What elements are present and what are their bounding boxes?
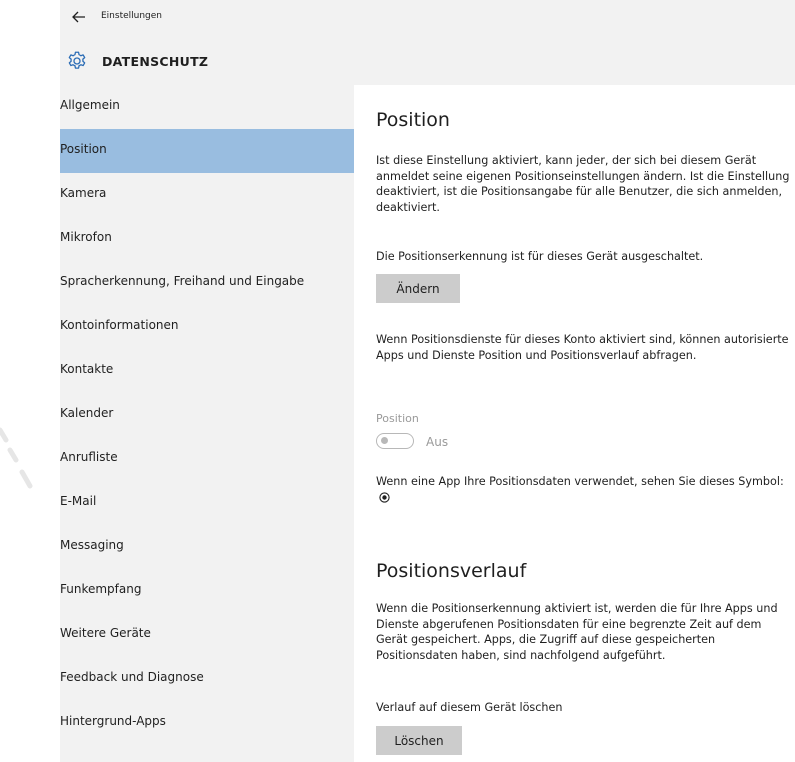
sidebar-item-label: Anrufliste bbox=[60, 450, 118, 464]
settings-screen: Einstellungen DATENSCHUTZ Allgemein Posi… bbox=[0, 0, 795, 762]
sidebar-item-label: Position bbox=[60, 142, 107, 156]
account-info-text: Wenn Positionsdienste für dieses Konto a… bbox=[376, 333, 789, 362]
symbol-info-text: Wenn eine App Ihre Positionsdaten verwen… bbox=[376, 475, 784, 488]
page-title: DATENSCHUTZ bbox=[102, 54, 209, 69]
clear-history-label: Verlauf auf diesem Gerät löschen bbox=[376, 701, 563, 714]
sidebar-item-allgemein[interactable]: Allgemein bbox=[60, 85, 354, 129]
title-bar: Einstellungen bbox=[60, 0, 795, 35]
sidebar-item-label: Funkempfang bbox=[60, 582, 142, 596]
sidebar-item-label: Mikrofon bbox=[60, 230, 112, 244]
sidebar-item-label: Allgemein bbox=[60, 98, 120, 112]
sidebar-item-label: Spracherkennung, Freihand und Eingabe bbox=[60, 274, 305, 288]
sidebar-item-label: Hintergrund-Apps bbox=[60, 714, 166, 728]
settings-window: Einstellungen DATENSCHUTZ Allgemein Posi… bbox=[60, 0, 795, 762]
sidebar-nav: Allgemein Position Kamera Mikrofon Sprac… bbox=[60, 85, 354, 762]
position-toggle-switch[interactable] bbox=[376, 433, 414, 449]
sidebar-item-kontoinformationen[interactable]: Kontoinformationen bbox=[60, 305, 354, 349]
sidebar-item-label: Kontoinformationen bbox=[60, 318, 179, 332]
back-button[interactable] bbox=[68, 6, 90, 28]
sidebar-item-label: Messaging bbox=[60, 538, 124, 552]
history-heading: Positionsverlauf bbox=[376, 560, 527, 582]
sidebar-item-label: Kontakte bbox=[60, 362, 114, 376]
back-arrow-icon bbox=[72, 11, 85, 23]
clear-history-button[interactable]: Löschen bbox=[376, 726, 462, 755]
gear-icon bbox=[68, 51, 86, 69]
sidebar-item-label: E-Mail bbox=[60, 494, 97, 508]
sidebar-item-weitere-geraete[interactable]: Weitere Geräte bbox=[60, 613, 354, 657]
device-status-text: Die Positionserkennung ist für dieses Ge… bbox=[376, 250, 704, 263]
page-header: DATENSCHUTZ bbox=[60, 35, 795, 85]
toggle-knob bbox=[381, 437, 388, 444]
sidebar-item-anrufliste[interactable]: Anrufliste bbox=[60, 437, 354, 481]
sidebar-item-spracherkennung[interactable]: Spracherkennung, Freihand und Eingabe bbox=[60, 261, 354, 305]
symbol-info: Wenn eine App Ihre Positionsdaten verwen… bbox=[376, 474, 791, 505]
position-intro-text: Ist diese Einstellung aktiviert, kann je… bbox=[376, 154, 790, 214]
change-button[interactable]: Ändern bbox=[376, 274, 460, 303]
position-heading: Position bbox=[376, 109, 450, 131]
history-text: Wenn die Positionserkennung aktiviert is… bbox=[376, 602, 778, 662]
sidebar-item-hintergrund-apps[interactable]: Hintergrund-Apps bbox=[60, 701, 354, 745]
sidebar-item-funkempfang[interactable]: Funkempfang bbox=[60, 569, 354, 613]
sidebar-item-label: Kalender bbox=[60, 406, 114, 420]
sidebar-item-email[interactable]: E-Mail bbox=[60, 481, 354, 525]
sidebar-item-label: Weitere Geräte bbox=[60, 626, 151, 640]
content-pane: Position Ist diese Einstellung aktiviert… bbox=[376, 85, 791, 762]
sidebar-item-kontakte[interactable]: Kontakte bbox=[60, 349, 354, 393]
location-in-use-icon bbox=[379, 491, 390, 503]
position-toggle-label: Position bbox=[376, 412, 419, 425]
sidebar-item-mikrofon[interactable]: Mikrofon bbox=[60, 217, 354, 261]
sidebar-item-kamera[interactable]: Kamera bbox=[60, 173, 354, 217]
window-title: Einstellungen bbox=[101, 11, 163, 21]
sidebar-item-label: Feedback und Diagnose bbox=[60, 670, 204, 684]
toggle-state-label: Aus bbox=[426, 435, 449, 449]
sidebar-item-position[interactable]: Position bbox=[60, 129, 354, 173]
sidebar-item-feedback[interactable]: Feedback und Diagnose bbox=[60, 657, 354, 701]
sidebar-item-kalender[interactable]: Kalender bbox=[60, 393, 354, 437]
sidebar-item-messaging[interactable]: Messaging bbox=[60, 525, 354, 569]
sidebar-item-label: Kamera bbox=[60, 186, 107, 200]
